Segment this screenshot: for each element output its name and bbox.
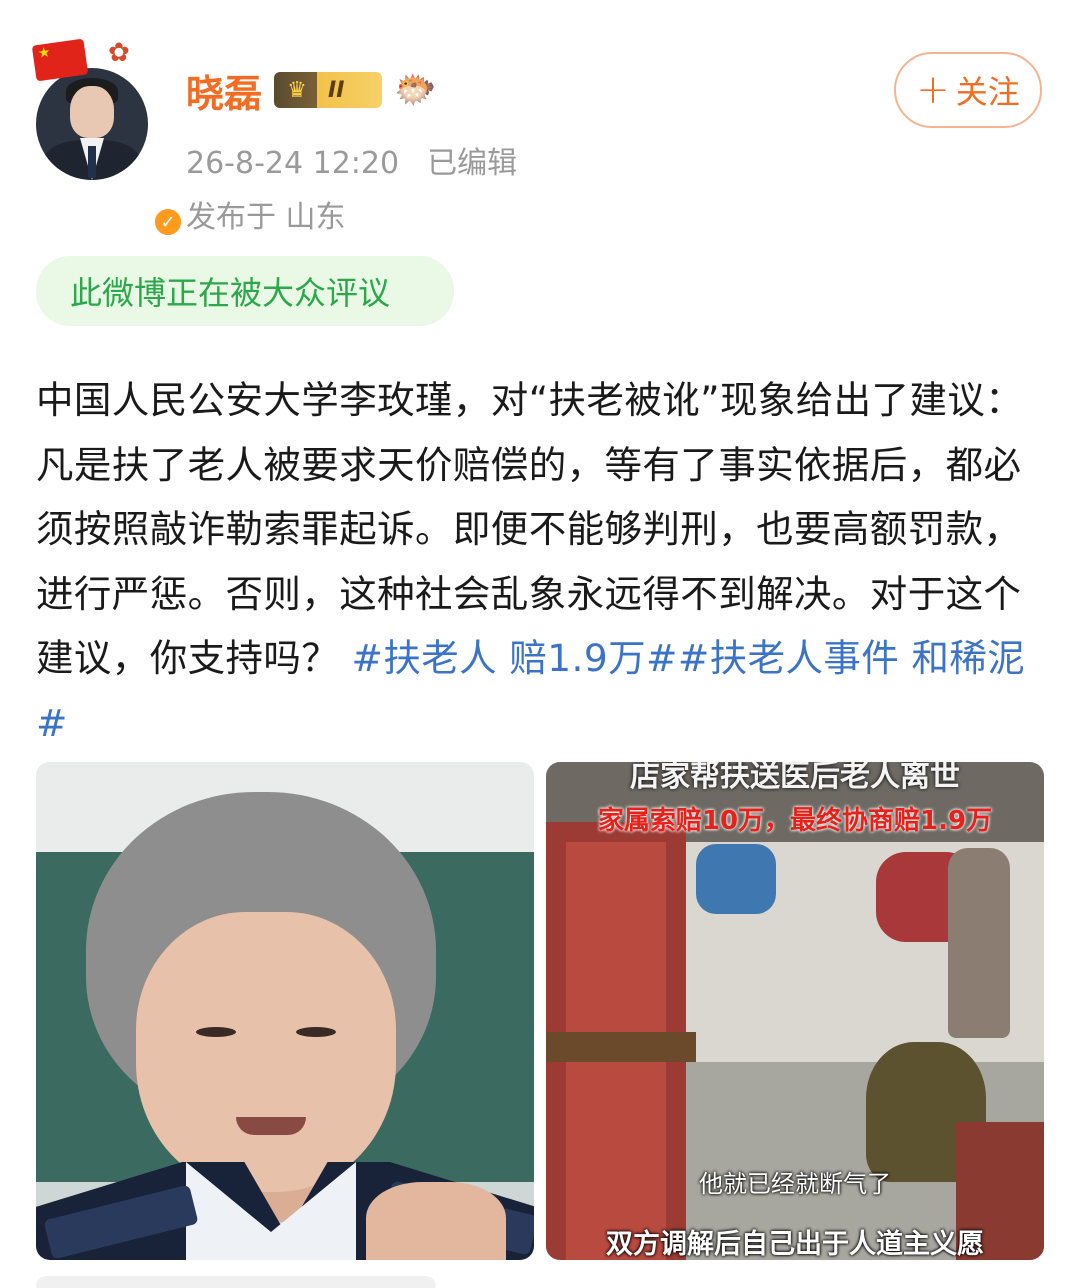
author-avatar[interactable]: ✓ xyxy=(36,68,184,238)
avatar-photo[interactable] xyxy=(36,68,148,180)
next-item-edge xyxy=(36,1276,436,1288)
post-header: ✓ ★ ✿ 晓磊 ♛ II 🐡 26-8-24 12:20 已编辑 发布于 山东 … xyxy=(0,0,1080,250)
author-name-row: 晓磊 ♛ II 🐡 xyxy=(186,66,436,116)
member-level: II xyxy=(328,77,345,103)
post-image-right[interactable]: 店家帮扶送医后老人离世 家属索赔10万，最终协商赔1.9万 他就已经就断气了 双… xyxy=(546,762,1044,1260)
video-subtitle: 他就已经就断气了 xyxy=(699,1170,891,1198)
author-name[interactable]: 晓磊 xyxy=(186,63,262,118)
video-caption-highlight: 家属索赔10万，最终协商赔1.9万 xyxy=(597,806,993,836)
video-caption-title: 店家帮扶送医后老人离世 xyxy=(630,762,960,792)
post-meta: 26-8-24 12:20 已编辑 xyxy=(186,138,517,182)
plus-icon: + xyxy=(916,67,950,113)
china-flag-icon: ★ xyxy=(31,38,89,82)
plum-blossom-icon: ✿ xyxy=(108,38,130,68)
banner-text: 此微博正在被大众评议 xyxy=(70,274,391,312)
hashtag-link[interactable]: #扶老人 赔1.9万# xyxy=(352,636,678,680)
follow-button[interactable]: + 关注 xyxy=(894,52,1042,128)
video-subtitle: 双方调解后自己出于人道主义愿 xyxy=(606,1229,984,1260)
edited-label[interactable]: 已编辑 xyxy=(427,146,517,181)
post-image-left[interactable] xyxy=(36,762,534,1260)
post-text: 中国人民公安大学李玫瑾，对“扶老被讹”现象给出了建议：凡是扶了老人被要求天价赔偿… xyxy=(36,378,1024,680)
follow-button-label: 关注 xyxy=(955,73,1020,111)
post-location: 发布于 山东 xyxy=(186,200,346,235)
verified-badge-icon: ✓ xyxy=(152,206,184,238)
fish-badge-icon[interactable]: 🐡 xyxy=(394,70,436,110)
member-level-badge[interactable]: ♛ II xyxy=(274,72,383,108)
public-discussion-banner[interactable]: 此微博正在被大众评议 xyxy=(36,256,454,326)
post-body: 中国人民公安大学李玫瑾，对“扶老被讹”现象给出了建议：凡是扶了老人被要求天价赔偿… xyxy=(36,368,1046,755)
crown-icon: ♛ xyxy=(287,77,307,103)
post-timestamp: 26-8-24 12:20 xyxy=(186,146,400,181)
